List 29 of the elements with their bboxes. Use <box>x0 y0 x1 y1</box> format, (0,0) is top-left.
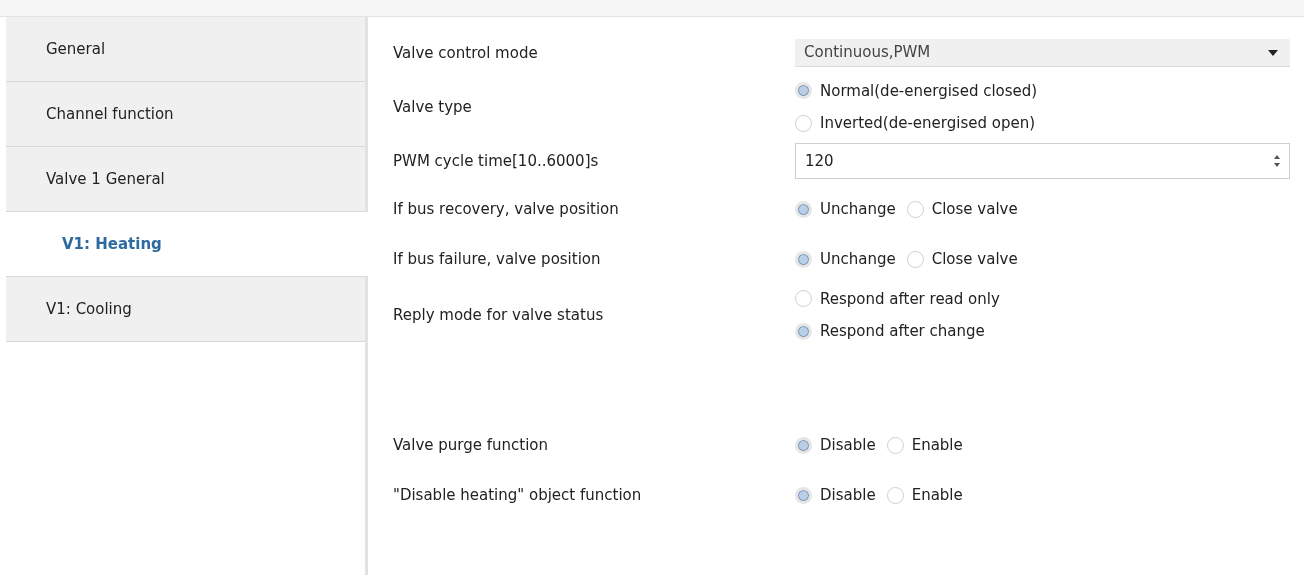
sidebar-item[interactable]: V1: Heating <box>6 212 368 277</box>
parameter-label: Valve control mode <box>393 42 539 64</box>
parameter-label: If bus recovery, valve position <box>393 198 620 220</box>
sidebar-item[interactable]: V1: Cooling <box>6 277 365 342</box>
spin-arrows-icon[interactable] <box>1273 153 1281 169</box>
dropdown[interactable]: Continuous,PWM <box>795 39 1290 67</box>
parameter-label: "Disable heating" object function <box>393 484 643 506</box>
radio-option[interactable]: Unchange <box>795 247 896 271</box>
radio-option[interactable]: Respond after read only <box>795 287 1290 310</box>
radio-option[interactable]: Inverted(de-energised open) <box>795 112 1290 135</box>
spin-field[interactable]: 120 <box>795 143 1290 179</box>
parameter-label: If bus failure, valve position <box>393 248 602 270</box>
radio-option[interactable]: Disable <box>795 483 876 507</box>
radio-option[interactable]: Normal(de-energised closed) <box>795 79 1290 102</box>
radio-option[interactable]: Close valve <box>906 197 1018 221</box>
parameter-label: PWM cycle time[10..6000]s <box>393 150 600 172</box>
radio-option[interactable]: Unchange <box>795 197 896 221</box>
radio-option[interactable]: Close valve <box>906 247 1018 271</box>
caret-icon <box>1268 49 1278 56</box>
parameter-label: Valve purge function <box>393 434 550 456</box>
sidebar-item[interactable]: General <box>6 17 365 82</box>
parameter-label: Reply mode for valve status <box>393 304 605 326</box>
parameter-label: Valve type <box>393 96 473 118</box>
radio-option[interactable]: Enable <box>886 483 963 507</box>
radio-option[interactable]: Enable <box>886 433 963 457</box>
sidebar-item[interactable]: Valve 1 General <box>6 147 365 212</box>
radio-option[interactable]: Respond after change <box>795 320 1290 343</box>
radio-option[interactable]: Disable <box>795 433 876 457</box>
sidebar-item[interactable]: Channel function <box>6 82 365 147</box>
